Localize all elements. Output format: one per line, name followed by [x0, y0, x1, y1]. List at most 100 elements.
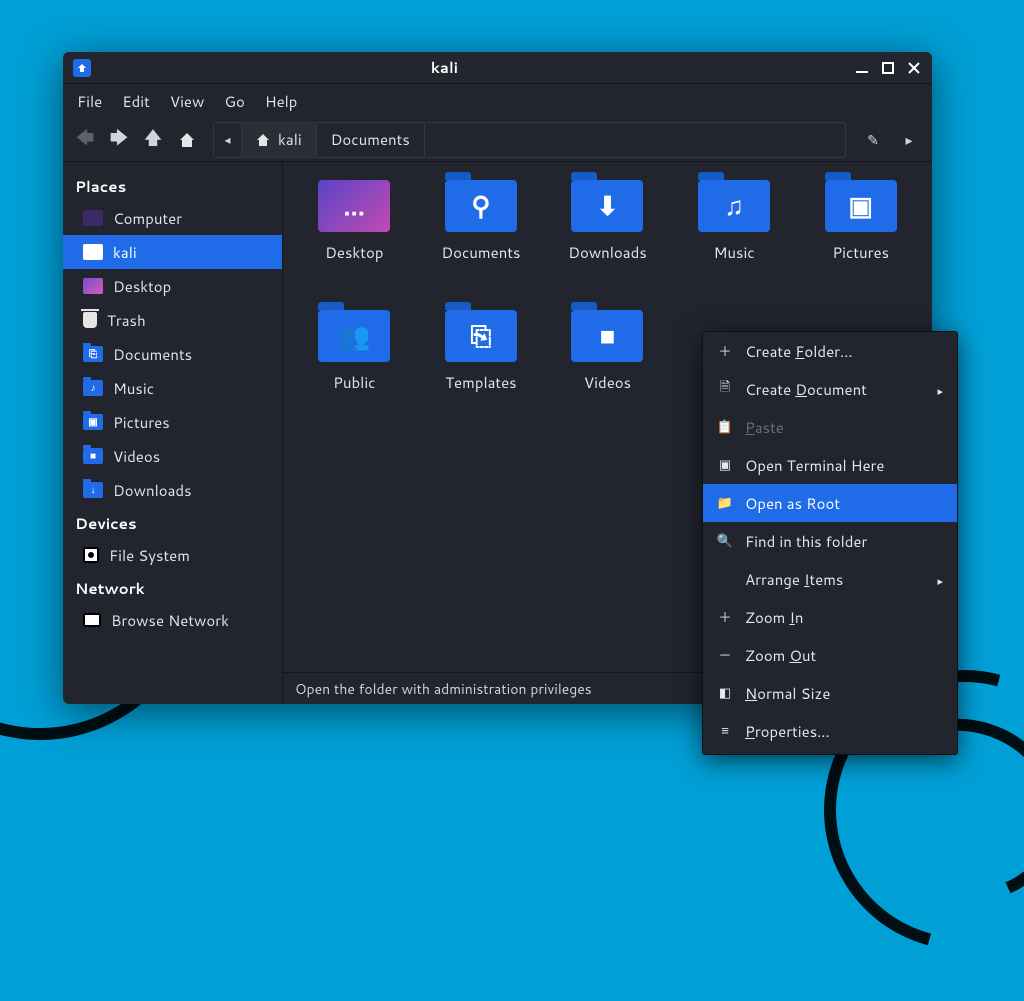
menubar: File Edit View Go Help	[63, 84, 932, 118]
ctx-open-terminal-here[interactable]: ▣Open Terminal Here	[703, 446, 957, 484]
folder-icon: ⎘	[83, 346, 103, 362]
sidebar-item-music[interactable]: ♪ Music	[63, 371, 282, 405]
sidebar-item-pictures[interactable]: ▣Pictures	[63, 405, 282, 439]
ctx-item-label: Find in this folder	[745, 531, 943, 552]
ctx-item-icon: 🗎	[717, 378, 733, 400]
ctx-item-icon: ≡	[717, 722, 733, 740]
folder-icon: ⎘	[445, 310, 517, 362]
sidebar-item-file-system[interactable]: File System	[63, 538, 282, 572]
folder-label: Documents	[441, 242, 520, 263]
ctx-normal-size[interactable]: ◧ Normal Size	[703, 674, 957, 712]
folder-label: Public	[333, 372, 375, 393]
minimize-button[interactable]	[856, 62, 868, 74]
sidebar-item-label: kali	[113, 242, 137, 263]
folder-glyph-icon: ⬇	[597, 188, 619, 224]
folder-icon: ▣	[825, 180, 897, 232]
ctx-item-icon: 🔍	[717, 532, 733, 550]
ctx-item-label: Paste	[745, 417, 943, 438]
sidebar-item-computer[interactable]: Computer	[63, 201, 282, 235]
sidebar-item-label: File System	[109, 545, 190, 566]
ctx-item-label: Zoom Out	[745, 645, 943, 666]
folder-icon: ↓	[83, 482, 103, 498]
folder-documents[interactable]: ⚲ Documents	[422, 180, 541, 298]
ctx-create-folder[interactable]: ＋Create Folder...	[703, 332, 957, 370]
folder-icon: ♫	[698, 180, 770, 232]
sidebar: Places Computer kali DesktopTrash⎘Document…	[63, 162, 283, 704]
nav-home-button[interactable]	[173, 126, 201, 154]
folder-glyph-icon: ■	[600, 318, 616, 354]
folder-glyph-icon: …	[343, 188, 365, 224]
path-segment-documents[interactable]: Documents	[317, 123, 425, 157]
sidebar-item-downloads[interactable]: ↓ Downloads	[63, 473, 282, 507]
menu-go[interactable]: Go	[224, 91, 245, 112]
folder-templates[interactable]: ⎘Templates	[422, 310, 541, 428]
ctx-zoom-out[interactable]: －Zoom Out	[703, 636, 957, 674]
folder-label: Desktop	[325, 242, 383, 263]
sidebar-item-trash[interactable]: Trash	[63, 303, 282, 337]
menu-file[interactable]: File	[77, 91, 102, 112]
sidebar-item-videos[interactable]: ■Videos	[63, 439, 282, 473]
path-history-button[interactable]: ◂	[214, 123, 242, 157]
ctx-item-label: Open Terminal Here	[745, 455, 943, 476]
ctx-item-icon: ＋	[717, 341, 733, 361]
ctx-paste: 📋Paste	[703, 408, 957, 446]
path-overflow-button[interactable]: ▸	[894, 124, 924, 156]
ctx-item-label: Properties...	[745, 721, 943, 742]
sidebar-heading-devices: Devices	[63, 507, 282, 538]
menu-help[interactable]: Help	[265, 91, 298, 112]
ctx-item-icon: 📁	[717, 494, 733, 512]
network-icon	[83, 613, 101, 627]
ctx-item-icon: ＋	[717, 607, 733, 627]
ctx-find-in-this-folder[interactable]: 🔍 Find in this folder	[703, 522, 957, 560]
toolbar: 🡄 🡆 🡅 ◂ kali Documents ✎ ▸	[63, 118, 932, 162]
ctx-item-icon: ◧	[717, 684, 733, 702]
menu-edit[interactable]: Edit	[122, 91, 150, 112]
folder-icon: ♪	[83, 380, 103, 396]
folder-icon: ⬇	[571, 180, 643, 232]
nav-back-button[interactable]: 🡄	[71, 126, 99, 154]
menu-view[interactable]: View	[170, 91, 205, 112]
ctx-open-as-root[interactable]: 📁Open as Root	[703, 484, 957, 522]
window-title: kali	[91, 57, 798, 78]
ctx-properties[interactable]: ≡ Properties...	[703, 712, 957, 750]
nav-up-button[interactable]: 🡅	[139, 126, 167, 154]
folder-pictures[interactable]: ▣Pictures	[801, 180, 920, 298]
ctx-arrange-items[interactable]: Arrange Items	[703, 560, 957, 598]
path-empty-area[interactable]	[425, 123, 845, 157]
folder-icon: ■	[571, 310, 643, 362]
folder-icon: ■	[83, 448, 103, 464]
folder-label: Videos	[584, 372, 631, 393]
sidebar-item-desktop[interactable]: Desktop	[63, 269, 282, 303]
ctx-zoom-in[interactable]: ＋ Zoom In	[703, 598, 957, 636]
folder-icon: ⚲	[445, 180, 517, 232]
folder-desktop[interactable]: … Desktop	[295, 180, 414, 298]
edit-path-button[interactable]: ✎	[858, 124, 888, 156]
path-segment-home[interactable]: kali	[242, 123, 317, 157]
folder-videos[interactable]: ■ Videos	[548, 310, 667, 428]
sidebar-item-browse-network[interactable]: Browse Network	[63, 603, 282, 637]
ctx-item-label: Create Document	[745, 379, 925, 400]
folder-downloads[interactable]: ⬇Downloads	[548, 180, 667, 298]
folder-public[interactable]: 👥 Public	[295, 310, 414, 428]
close-button[interactable]	[908, 62, 920, 74]
sidebar-item-kali[interactable]: kali	[63, 235, 282, 269]
ctx-create-document[interactable]: 🗎 Create Document	[703, 370, 957, 408]
sidebar-heading-places: Places	[63, 170, 282, 201]
maximize-button[interactable]	[882, 62, 894, 74]
home-icon	[256, 133, 270, 147]
ctx-item-label: Normal Size	[745, 683, 943, 704]
nav-forward-button[interactable]: 🡆	[105, 126, 133, 154]
folder-glyph-icon: 👥	[338, 318, 370, 354]
path-segment-label: kali	[278, 129, 302, 150]
sidebar-item-label: Downloads	[113, 480, 192, 501]
sidebar-item-label: Music	[113, 378, 154, 399]
folder-music[interactable]: ♫Music	[675, 180, 794, 298]
titlebar[interactable]: kali	[63, 52, 932, 84]
sidebar-item-label: Computer	[113, 208, 182, 229]
ctx-item-label: Zoom In	[745, 607, 943, 628]
trash-icon	[83, 312, 97, 328]
disk-icon	[83, 547, 99, 563]
submenu-arrow-icon	[937, 569, 943, 590]
sidebar-item-documents[interactable]: ⎘Documents	[63, 337, 282, 371]
folder-glyph-icon: ▣	[848, 188, 873, 224]
